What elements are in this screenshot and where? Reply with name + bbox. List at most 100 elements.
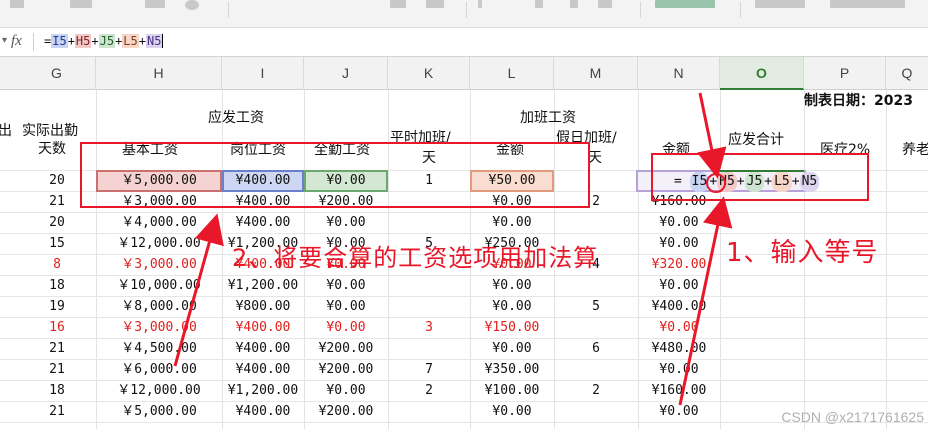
cell-l[interactable]: ¥350.00: [470, 360, 554, 380]
cell-g[interactable]: 18: [18, 276, 96, 296]
ribbon-fragment[interactable]: [655, 0, 715, 8]
cell-l[interactable]: ¥0.00: [470, 213, 554, 233]
cell-n[interactable]: ¥480.00: [638, 339, 720, 359]
cell-k[interactable]: [388, 339, 470, 359]
cell-j[interactable]: ¥0.00: [304, 213, 388, 233]
cell-j[interactable]: ¥200.00: [304, 339, 388, 359]
cell-g[interactable]: 8: [18, 255, 96, 275]
ribbon-fragment[interactable]: [598, 0, 612, 8]
column-header-p[interactable]: P: [804, 57, 886, 90]
cell-g[interactable]: 18: [18, 381, 96, 401]
cell-i[interactable]: ¥400.00: [222, 360, 304, 380]
column-header-q[interactable]: Q: [886, 57, 928, 90]
ribbon-separator: [640, 2, 641, 18]
ribbon-fragment[interactable]: [10, 0, 24, 8]
cell-n[interactable]: ¥0.00: [638, 360, 720, 380]
cell-j[interactable]: ¥0.00: [304, 381, 388, 401]
column-header-l[interactable]: L: [470, 57, 554, 90]
ribbon-fragment[interactable]: [426, 0, 444, 8]
cell-h[interactable]: ￥5,000.00: [96, 402, 222, 422]
cell-k[interactable]: 7: [388, 360, 470, 380]
column-header-k[interactable]: K: [388, 57, 470, 90]
cell-l[interactable]: ¥0.00: [470, 297, 554, 317]
cell-k[interactable]: 2: [388, 381, 470, 401]
cell-m[interactable]: 5: [554, 297, 638, 317]
ribbon-fragment[interactable]: [830, 0, 905, 8]
ribbon-fragment[interactable]: [570, 0, 578, 8]
cell-j[interactable]: ¥200.00: [304, 360, 388, 380]
column-header-m[interactable]: M: [554, 57, 638, 90]
ribbon-fragment[interactable]: [535, 0, 543, 8]
cell-m[interactable]: [554, 318, 638, 338]
formula-input[interactable]: =I5+H5+J5+L5+N5: [44, 34, 164, 48]
cell-g[interactable]: 21: [18, 402, 96, 422]
ribbon-fragment[interactable]: [70, 0, 92, 8]
cell-h[interactable]: ￥3,000.00: [96, 255, 222, 275]
cell-m[interactable]: [554, 213, 638, 233]
cell-h[interactable]: ￥10,000.00: [96, 276, 222, 296]
cell-n[interactable]: ¥400.00: [638, 297, 720, 317]
column-header-n[interactable]: N: [638, 57, 720, 90]
cell-l[interactable]: ¥0.00: [470, 402, 554, 422]
ribbon-fragment[interactable]: [755, 0, 805, 8]
cell-j[interactable]: ¥200.00: [304, 402, 388, 422]
cell-i[interactable]: ¥400.00: [222, 402, 304, 422]
cell-h[interactable]: ￥12,000.00: [96, 234, 222, 254]
cell-i[interactable]: ¥800.00: [222, 297, 304, 317]
cell-n[interactable]: ¥0.00: [638, 234, 720, 254]
cell-m[interactable]: 2: [554, 381, 638, 401]
column-header-o[interactable]: O: [720, 57, 804, 90]
cell-h[interactable]: ￥6,000.00: [96, 360, 222, 380]
cell-g[interactable]: 21: [18, 360, 96, 380]
cell-k[interactable]: [388, 213, 470, 233]
cell-l[interactable]: ¥0.00: [470, 276, 554, 296]
cell-j[interactable]: ¥0.00: [304, 297, 388, 317]
cell-m[interactable]: [554, 276, 638, 296]
cell-h[interactable]: ￥12,000.00: [96, 381, 222, 401]
cell-l[interactable]: ¥100.00: [470, 381, 554, 401]
cell-l[interactable]: ¥0.00: [470, 339, 554, 359]
cell-k[interactable]: [388, 402, 470, 422]
cell-g[interactable]: 15: [18, 234, 96, 254]
cell-j[interactable]: ¥0.00: [304, 318, 388, 338]
ribbon-fragment[interactable]: [185, 0, 199, 10]
cell-i[interactable]: ¥400.00: [222, 213, 304, 233]
cell-j[interactable]: ¥0.00: [304, 276, 388, 296]
cell-m[interactable]: [554, 402, 638, 422]
cell-g[interactable]: 21: [18, 339, 96, 359]
chevron-down-icon[interactable]: ▾: [2, 35, 7, 46]
cell-h[interactable]: ￥3,000.00: [96, 318, 222, 338]
actual-attendance-header: 实际出勤: [22, 123, 78, 139]
cell-i[interactable]: ¥1,200.00: [222, 381, 304, 401]
cell-g[interactable]: 16: [18, 318, 96, 338]
column-header-i[interactable]: I: [222, 57, 304, 90]
cell-l[interactable]: ¥150.00: [470, 318, 554, 338]
cell-n[interactable]: ¥0.00: [638, 213, 720, 233]
cell-n[interactable]: ¥0.00: [638, 318, 720, 338]
cell-h[interactable]: ￥8,000.00: [96, 297, 222, 317]
column-header-g[interactable]: G: [18, 57, 96, 90]
column-header-h[interactable]: H: [96, 57, 222, 90]
cell-k[interactable]: [388, 276, 470, 296]
cell-i[interactable]: ¥400.00: [222, 318, 304, 338]
ribbon-fragment[interactable]: [478, 0, 482, 8]
cell-k[interactable]: [388, 297, 470, 317]
cell-h[interactable]: ￥4,500.00: [96, 339, 222, 359]
cell-i[interactable]: ¥1,200.00: [222, 276, 304, 296]
cell-n[interactable]: ¥0.00: [638, 276, 720, 296]
cell-n[interactable]: ¥0.00: [638, 402, 720, 422]
cell-k[interactable]: 3: [388, 318, 470, 338]
column-header-j[interactable]: J: [304, 57, 388, 90]
ribbon-fragment[interactable]: [390, 0, 406, 8]
column-header-partial[interactable]: [0, 57, 18, 90]
cell-n[interactable]: ¥160.00: [638, 381, 720, 401]
cell-m[interactable]: 6: [554, 339, 638, 359]
cell-h[interactable]: ￥4,000.00: [96, 213, 222, 233]
fx-icon[interactable]: fx: [11, 33, 22, 50]
cell-g[interactable]: 19: [18, 297, 96, 317]
ribbon-fragment[interactable]: [145, 0, 165, 8]
cell-n[interactable]: ¥320.00: [638, 255, 720, 275]
cell-i[interactable]: ¥400.00: [222, 339, 304, 359]
cell-m[interactable]: [554, 360, 638, 380]
cell-g[interactable]: 20: [18, 213, 96, 233]
